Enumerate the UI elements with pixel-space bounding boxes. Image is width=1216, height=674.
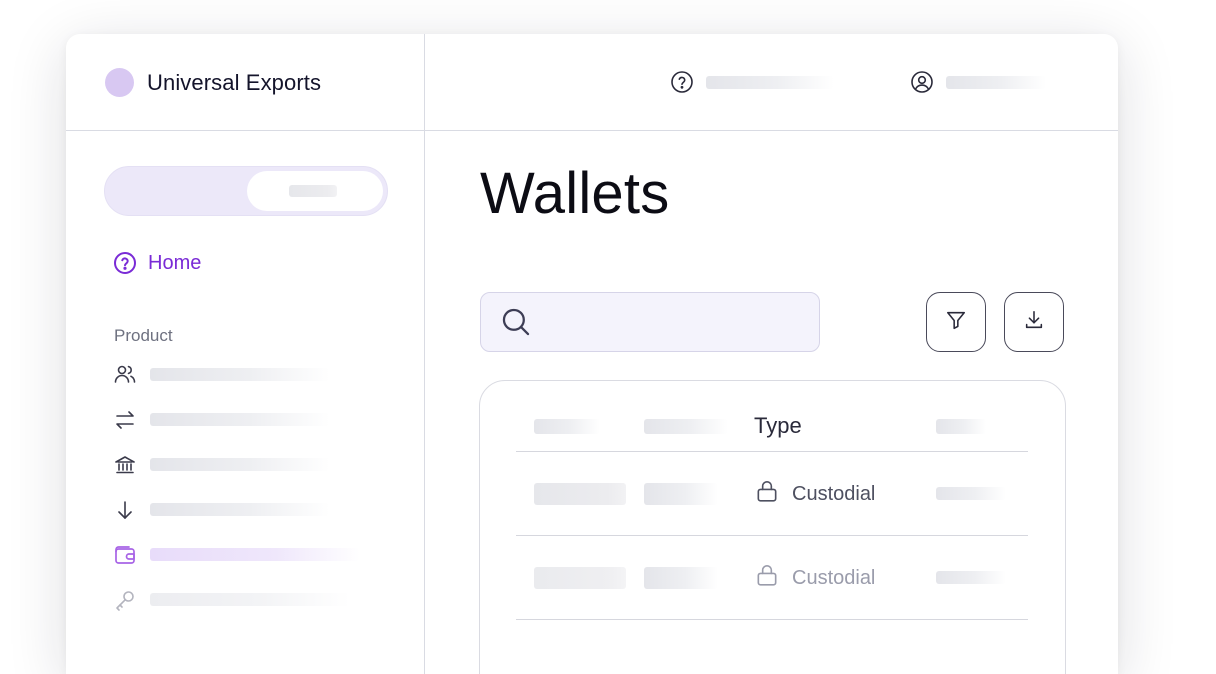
help-label-placeholder[interactable]	[706, 76, 834, 89]
search-input[interactable]	[545, 303, 805, 341]
wallet-type: Custodial	[792, 566, 876, 589]
filter-icon	[945, 309, 967, 336]
sidebar-item-placeholder[interactable]	[150, 458, 330, 471]
cell-placeholder[interactable]	[534, 483, 626, 505]
help-circle-icon	[113, 251, 137, 275]
page-title: Wallets	[480, 161, 670, 226]
sidebar-item-label: Home	[148, 251, 202, 274]
arrows-swap-icon[interactable]	[113, 408, 137, 432]
cell-placeholder[interactable]	[644, 567, 718, 589]
toggle-knob[interactable]	[247, 171, 383, 211]
sidebar-item-placeholder-active[interactable]	[150, 548, 360, 561]
download-button[interactable]	[1004, 292, 1064, 352]
table-row[interactable]: Custodial	[754, 478, 876, 510]
users-icon[interactable]	[113, 362, 137, 386]
search-box[interactable]	[480, 292, 820, 352]
brand-name: Universal Exports	[147, 70, 322, 95]
cell-placeholder[interactable]	[936, 571, 1006, 584]
help-circle-icon[interactable]	[670, 70, 694, 94]
sidebar-item-placeholder[interactable]	[150, 593, 350, 606]
row-divider-line	[516, 535, 1028, 536]
column-header-placeholder	[936, 419, 986, 434]
row-divider-line	[516, 619, 1028, 620]
filter-button[interactable]	[926, 292, 986, 352]
bank-icon[interactable]	[113, 453, 137, 477]
lock-icon	[754, 478, 780, 510]
sidebar-section-label: Product	[114, 326, 173, 345]
search-icon	[499, 305, 533, 339]
column-header-placeholder	[534, 419, 600, 434]
wallets-table: Type Custodial Custodial	[479, 380, 1066, 674]
user-circle-icon[interactable]	[910, 70, 934, 94]
sidebar-item-placeholder[interactable]	[150, 503, 330, 516]
sidebar-item-home[interactable]: Home	[113, 251, 201, 275]
header-divider-line	[516, 451, 1028, 452]
cell-placeholder[interactable]	[936, 487, 1006, 500]
column-header-type: Type	[754, 413, 802, 438]
column-header-placeholder	[644, 419, 728, 434]
user-name-placeholder[interactable]	[946, 76, 1046, 89]
wallet-icon[interactable]	[113, 543, 137, 567]
wallet-type: Custodial	[792, 482, 876, 505]
table-row[interactable]: Custodial	[754, 562, 876, 594]
cell-placeholder[interactable]	[534, 567, 626, 589]
toggle-option-placeholder	[289, 185, 337, 197]
sidebar-item-placeholder[interactable]	[150, 368, 330, 381]
download-icon	[1023, 309, 1045, 336]
arrow-down-icon[interactable]	[113, 498, 137, 522]
app-window: Universal Exports Home Product Wallets T…	[66, 34, 1118, 674]
mode-toggle[interactable]	[104, 166, 388, 216]
header-divider	[66, 130, 1118, 131]
lock-icon	[754, 562, 780, 594]
sidebar-item-placeholder[interactable]	[150, 413, 330, 426]
key-icon[interactable]	[113, 588, 137, 612]
cell-placeholder[interactable]	[644, 483, 718, 505]
brand-logo	[105, 68, 134, 97]
